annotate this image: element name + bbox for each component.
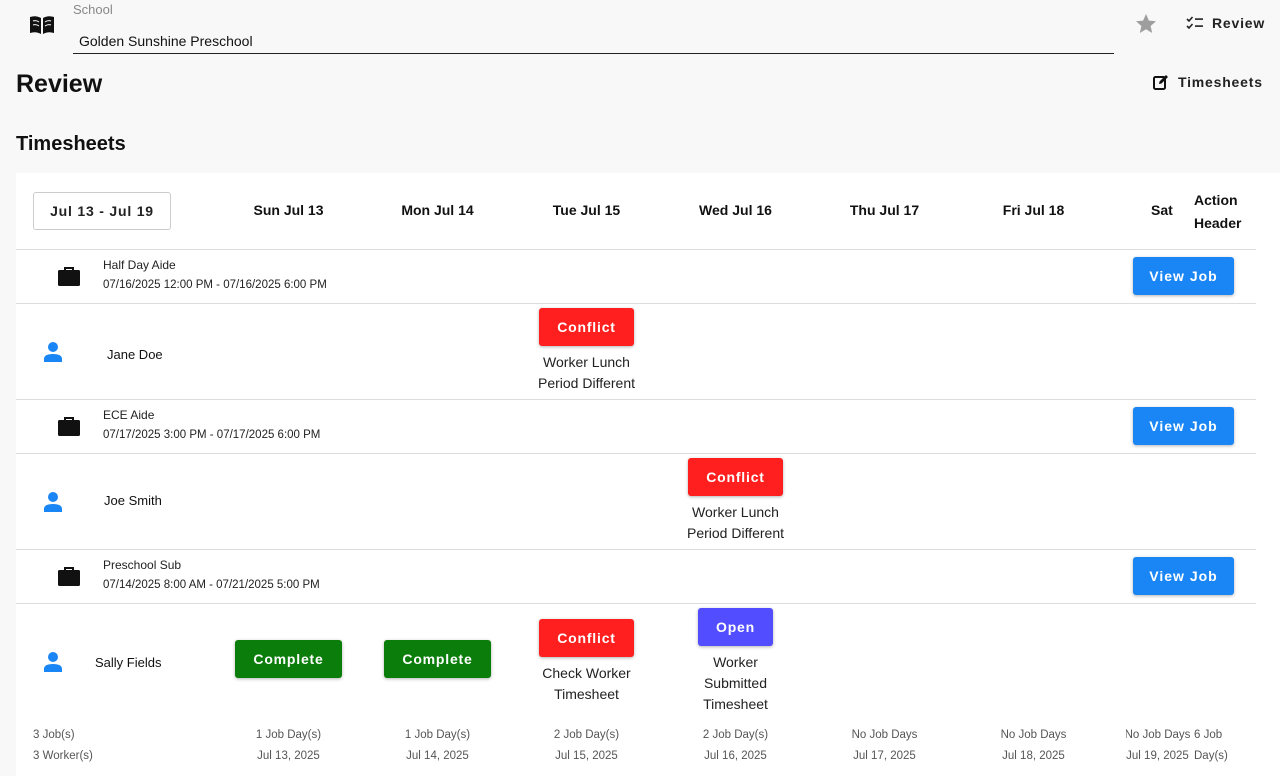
status-cell: Complete [363, 640, 512, 678]
table-footer: 3 Job(s) 3 Worker(s) 1 Job Day(s) Jul 13… [16, 725, 1280, 776]
status-note: Check Worker Timesheet [542, 665, 631, 702]
conflict-button[interactable]: Conflict [539, 308, 634, 346]
job-row: Preschool Sub 07/14/2025 8:00 AM - 07/21… [16, 550, 1256, 604]
worker-name: Joe Smith [104, 493, 162, 508]
day-date: Jul 15, 2025 [555, 750, 618, 762]
jobs-count: 3 Job(s) [33, 729, 75, 741]
status-note: Worker Submitted Timesheet [703, 654, 768, 712]
timesheet-table: Jul 13 - Jul 19 Sun Jul 13 Mon Jul 14 Tu… [16, 173, 1280, 776]
briefcase-icon [58, 567, 80, 586]
edit-icon [1153, 75, 1168, 90]
conflict-button[interactable]: Conflict [539, 619, 634, 657]
worker-row: Sally Fields Complete Complete Conflict … [16, 604, 1256, 725]
briefcase-icon [58, 267, 80, 286]
worker-row: Joe Smith Conflict Worker Lunch Period D… [16, 454, 1256, 550]
top-bar: School Review [0, 0, 1280, 62]
job-title: Half Day Aide [103, 258, 176, 272]
worker-name: Jane Doe [107, 347, 163, 362]
status-cell: Conflict Worker Lunch Period Different [512, 308, 661, 394]
page-title: Review [16, 70, 103, 98]
day-header-thu: Thu Jul 17 [849, 202, 920, 218]
day-header-tue: Tue Jul 15 [552, 202, 621, 218]
worker-name: Sally Fields [95, 655, 162, 670]
day-job-count: No Job Days [1126, 729, 1191, 741]
status-cell: Open Worker Submitted Timesheet [661, 608, 810, 715]
person-icon [44, 492, 62, 512]
review-button[interactable]: Review [1186, 15, 1265, 31]
school-input[interactable] [73, 22, 1114, 54]
timesheets-button-label: Timesheets [1178, 74, 1263, 90]
day-header-sat: Sat [1151, 202, 1173, 218]
day-job-count: 1 Job Day(s) [404, 729, 471, 741]
day-date: Jul 14, 2025 [406, 750, 469, 762]
day-date: Jul 19, 2025 [1126, 750, 1189, 762]
day-date: Jul 18, 2025 [1002, 750, 1065, 762]
action-header: Action Header [1194, 192, 1242, 231]
checklist-icon [1186, 16, 1203, 30]
day-date: Jul 13, 2025 [257, 750, 320, 762]
complete-button[interactable]: Complete [235, 640, 342, 678]
star-icon[interactable] [1134, 12, 1158, 36]
day-job-count: No Job Days [851, 729, 918, 741]
day-job-count: 2 Job Day(s) [553, 729, 620, 741]
table-header-row: Jul 13 - Jul 19 Sun Jul 13 Mon Jul 14 Tu… [16, 173, 1256, 250]
workers-count: 3 Worker(s) [33, 750, 93, 762]
week-range-button[interactable]: Jul 13 - Jul 19 [33, 192, 171, 230]
job-title: ECE Aide [103, 408, 155, 422]
day-header-wed: Wed Jul 16 [699, 202, 772, 218]
school-label: School [73, 2, 113, 17]
day-job-count: 2 Job Day(s) [702, 729, 769, 741]
review-button-label: Review [1212, 15, 1266, 31]
person-icon [44, 652, 62, 672]
day-header-fri: Fri Jul 18 [1002, 202, 1065, 218]
view-job-button[interactable]: View Job [1133, 257, 1234, 295]
book-icon [30, 16, 54, 34]
day-job-count: No Job Days [1000, 729, 1067, 741]
job-row: Half Day Aide 07/16/2025 12:00 PM - 07/1… [16, 250, 1256, 304]
status-note: Worker Lunch Period Different [537, 354, 635, 391]
job-row: ECE Aide 07/17/2025 3:00 PM - 07/17/2025… [16, 400, 1256, 454]
open-button[interactable]: Open [698, 608, 773, 646]
job-time: 07/14/2025 8:00 AM - 07/21/2025 5:00 PM [103, 579, 320, 591]
status-cell: Conflict Worker Lunch Period Different [661, 458, 810, 544]
view-job-button[interactable]: View Job [1133, 557, 1234, 595]
complete-button[interactable]: Complete [384, 640, 491, 678]
section-title: Timesheets [16, 133, 126, 155]
status-cell: Complete [214, 640, 363, 678]
day-job-count: 1 Job Day(s) [255, 729, 322, 741]
conflict-button[interactable]: Conflict [688, 458, 783, 496]
day-date: Jul 17, 2025 [853, 750, 916, 762]
total-job-days: 6 Job Day(s) [1194, 729, 1228, 762]
day-header-sun: Sun Jul 13 [253, 202, 324, 218]
status-note: Worker Lunch Period Different [686, 504, 784, 541]
job-time: 07/17/2025 3:00 PM - 07/17/2025 6:00 PM [103, 429, 321, 441]
day-date: Jul 16, 2025 [704, 750, 767, 762]
job-title: Preschool Sub [103, 558, 182, 572]
day-header-mon: Mon Jul 14 [401, 202, 474, 218]
view-job-button[interactable]: View Job [1133, 407, 1234, 445]
timesheets-button[interactable]: Timesheets [1153, 74, 1263, 90]
job-time: 07/16/2025 12:00 PM - 07/16/2025 6:00 PM [103, 279, 327, 291]
status-cell: Conflict Check Worker Timesheet [512, 619, 661, 705]
worker-row: Jane Doe Conflict Worker Lunch Period Di… [16, 304, 1256, 400]
briefcase-icon [58, 417, 80, 436]
person-icon [44, 342, 62, 362]
